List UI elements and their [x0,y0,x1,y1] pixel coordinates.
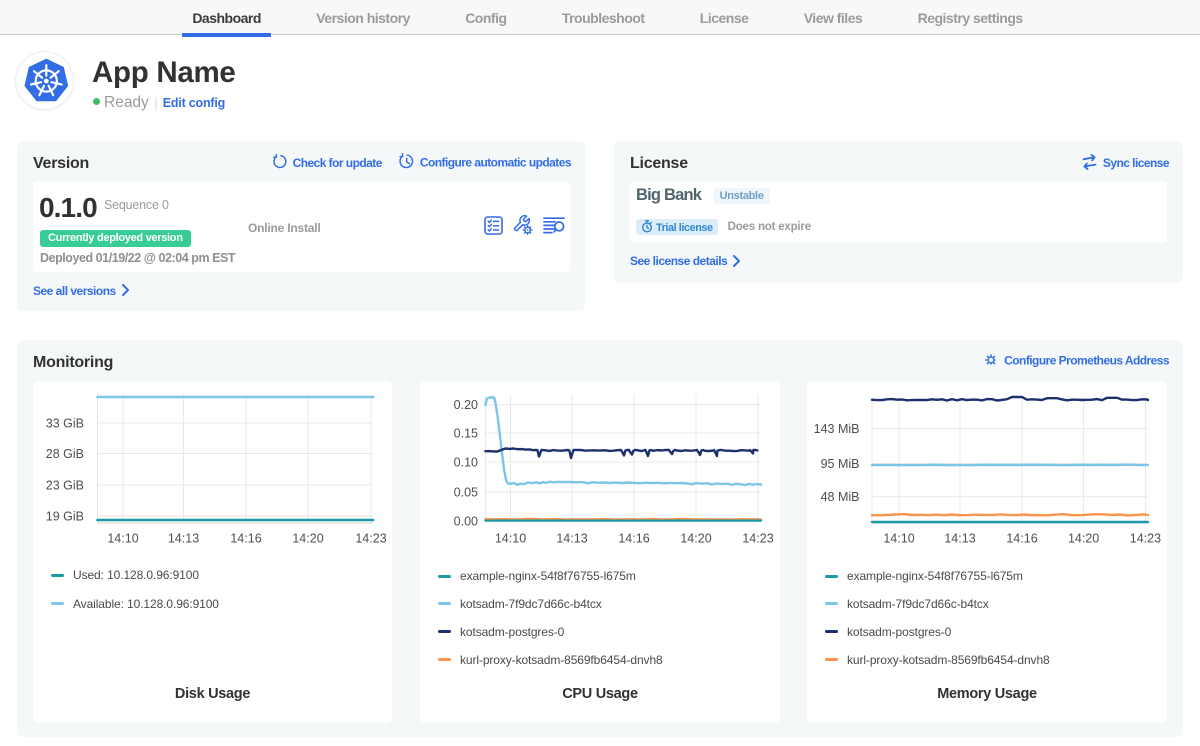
svg-text:14:13: 14:13 [944,532,975,546]
svg-text:14:16: 14:16 [230,532,261,546]
svg-text:14:10: 14:10 [883,532,914,546]
svg-text:48 MiB: 48 MiB [821,490,860,504]
svg-text:14:13: 14:13 [168,532,199,546]
svg-text:33 GiB: 33 GiB [46,417,84,431]
svg-text:0.05: 0.05 [454,486,478,500]
svg-text:0.10: 0.10 [454,456,478,470]
svg-text:95 MiB: 95 MiB [821,457,860,471]
svg-text:143 MiB: 143 MiB [814,422,860,436]
svg-text:14:23: 14:23 [742,532,773,546]
svg-text:14:13: 14:13 [556,532,587,546]
svg-text:14:16: 14:16 [1006,532,1037,546]
svg-text:14:23: 14:23 [355,532,386,546]
svg-text:23 GiB: 23 GiB [46,479,84,493]
svg-text:14:10: 14:10 [495,532,526,546]
svg-text:14:16: 14:16 [618,532,649,546]
svg-text:14:10: 14:10 [107,532,138,546]
svg-text:0.15: 0.15 [454,427,478,441]
svg-text:14:20: 14:20 [292,532,323,546]
svg-text:14:20: 14:20 [1068,532,1099,546]
svg-text:0.20: 0.20 [454,398,478,412]
svg-text:0.00: 0.00 [454,515,478,529]
svg-text:28 GiB: 28 GiB [46,447,84,461]
svg-text:19 GiB: 19 GiB [46,510,84,524]
svg-text:14:20: 14:20 [680,532,711,546]
svg-text:14:23: 14:23 [1130,532,1161,546]
